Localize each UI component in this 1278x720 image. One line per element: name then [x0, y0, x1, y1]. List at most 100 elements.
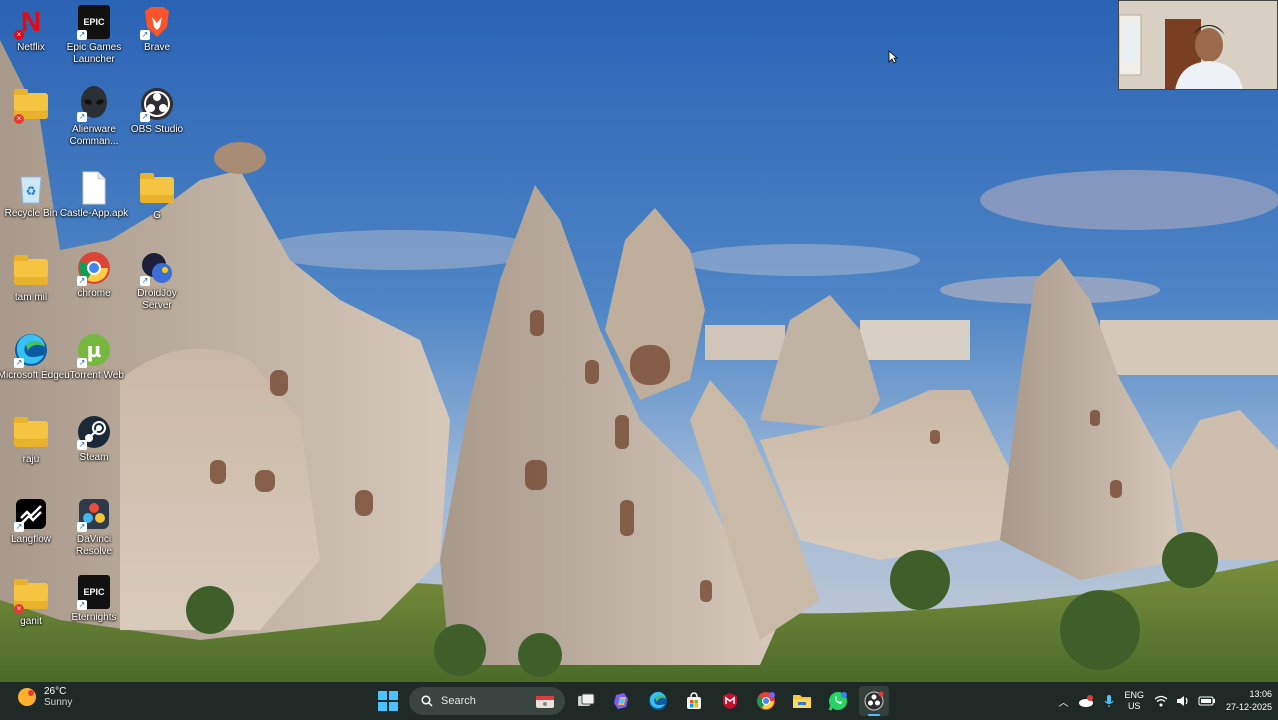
desktop-icon-droidjoy[interactable]: ↗ DroidJoy Server	[126, 250, 188, 312]
desktop-icon-edge[interactable]: ↗ Microsoft Edge	[0, 332, 64, 382]
weather-condition: Sunny	[44, 697, 73, 708]
start-button[interactable]	[373, 686, 403, 716]
mouse-cursor-icon	[888, 50, 898, 64]
desktop-icon-folder-g[interactable]: G	[126, 172, 188, 222]
desktop-icon-epic-games[interactable]: EPIC ↗ Epic Games Launcher	[63, 4, 125, 66]
taskbar-edge[interactable]	[643, 686, 673, 716]
steam-icon: ↗	[76, 414, 112, 450]
taskbar-file-explorer[interactable]	[787, 686, 817, 716]
desktop-icon-steam[interactable]: ↗ Steam	[63, 414, 125, 464]
folder-icon	[139, 172, 175, 208]
region-code: US	[1127, 701, 1141, 711]
search-highlight-icon	[536, 696, 554, 708]
windows-start-icon	[378, 691, 398, 711]
chrome-icon: ↗	[76, 250, 112, 286]
microphone-icon[interactable]	[1104, 694, 1114, 708]
folder-icon: ×	[13, 88, 49, 124]
language-code: ENG	[1124, 690, 1144, 700]
desktop-icon-obs[interactable]: ↗ OBS Studio	[126, 86, 188, 136]
taskbar-obs[interactable]	[859, 686, 889, 716]
desktop-icon-netflix[interactable]: N × Netflix	[0, 4, 62, 54]
weather-widget[interactable]: 26°C Sunny	[16, 686, 72, 708]
desktop-icon-label: Recycle Bin	[4, 208, 58, 219]
desktop-icon-label: Netflix	[17, 42, 45, 53]
taskbar-mcafee[interactable]	[715, 686, 745, 716]
desktop-icon-recycle-bin[interactable]: ♻ Recycle Bin	[0, 170, 62, 220]
task-view-icon	[578, 693, 595, 706]
wifi-icon	[1154, 695, 1168, 707]
desktop-icon-folder-tam[interactable]: tam mil	[0, 254, 62, 304]
language-indicator[interactable]: ENG US	[1124, 690, 1144, 712]
taskbar-center: Search	[370, 686, 892, 716]
desktop-icon-label: Microsoft Edge	[0, 370, 65, 381]
desktop-icon-label: Epic Games Launcher	[66, 42, 122, 65]
desktop-icon-davinci[interactable]: ↗ DaVinci Resolve	[63, 496, 125, 558]
desktop-icon-label: ganit	[20, 616, 42, 627]
desktop-icon-label: Langflow	[10, 534, 52, 545]
davinci-icon: ↗	[76, 496, 112, 532]
desktop-icon-label: DroidJoy Server	[137, 288, 177, 311]
taskbar-whatsapp[interactable]	[823, 686, 853, 716]
desktop-icon-label: uTorrent Web	[64, 370, 124, 381]
desktop-icon-castle-app[interactable]: Castle-App.apk	[60, 170, 128, 220]
desktop-icon-label: Alienware Comman...	[69, 124, 119, 147]
desktop-icon-folder-raju[interactable]: raju	[0, 416, 62, 466]
desktop-icon-utorrent[interactable]: µ ↗ uTorrent Web	[63, 332, 125, 382]
webcam-person-image	[1119, 1, 1277, 89]
svg-text:µ: µ	[87, 338, 102, 362]
desktop-icon-eternights[interactable]: EPIC ↗ Eternights	[63, 574, 125, 624]
epic-games-icon: EPIC ↗	[76, 4, 112, 40]
volume-icon	[1176, 696, 1188, 706]
desktop-icon-label: Castle-App.apk	[59, 208, 129, 219]
desktop-icon-langflow[interactable]: ↗ Langflow	[0, 496, 62, 546]
quick-settings[interactable]	[1154, 695, 1216, 707]
folder-icon	[13, 254, 49, 290]
langflow-icon: ↗	[13, 496, 49, 532]
desktop-icon-folder-1[interactable]: ×	[0, 88, 62, 126]
desktop-icon-label: raju	[22, 454, 40, 465]
netflix-icon: N ×	[13, 4, 49, 40]
folder-icon	[13, 416, 49, 452]
chrome-icon	[757, 692, 775, 710]
search-label: Search	[441, 695, 476, 707]
edge-icon	[649, 691, 667, 710]
copilot-icon	[614, 693, 628, 709]
brave-icon: ↗	[139, 4, 175, 40]
system-tray: ︿ ENG US 13:06 27-12-2025	[1058, 682, 1272, 720]
desktop-icon-folder-ganit[interactable]: × ganit	[0, 578, 62, 628]
desktop-icon-brave[interactable]: ↗ Brave	[126, 4, 188, 54]
mcafee-icon	[723, 693, 737, 709]
edge-icon: ↗	[13, 332, 49, 368]
clock-date: 27-12-2025	[1225, 702, 1272, 712]
taskbar-search-box[interactable]: Search	[409, 687, 565, 715]
search-icon	[421, 695, 433, 707]
sunny-weather-icon	[18, 688, 36, 706]
utorrent-icon: µ ↗	[76, 332, 112, 368]
taskbar-chrome[interactable]	[751, 686, 781, 716]
droidjoy-icon: ↗	[139, 250, 175, 286]
onedrive-icon[interactable]	[1078, 694, 1094, 708]
desktop-icon-label: OBS Studio	[130, 124, 184, 135]
webcam-overlay	[1118, 0, 1278, 90]
whatsapp-icon	[828, 692, 847, 711]
desktop-icon-label: tam mil	[14, 292, 48, 303]
store-icon	[687, 692, 701, 709]
desktop-icon-label: DaVinci Resolve	[75, 534, 113, 557]
show-hidden-icons-chevron-up-icon[interactable]: ︿	[1058, 694, 1068, 709]
desktop-wallpaper	[0, 0, 1278, 682]
active-indicator	[868, 714, 880, 716]
clock[interactable]: 13:06 27-12-2025	[1226, 688, 1272, 714]
desktop-icon-alienware[interactable]: ↗ Alienware Comman...	[63, 86, 125, 148]
svg-text:♻: ♻	[26, 184, 37, 198]
taskbar-copilot[interactable]	[607, 686, 637, 716]
alienware-icon: ↗	[76, 86, 112, 122]
desktop-icon-label: G	[153, 210, 161, 221]
taskbar-task-view[interactable]	[571, 686, 601, 716]
desktop-icon-label: Eternights	[71, 612, 117, 623]
desktop-icon-label: chrome	[77, 288, 111, 299]
file-explorer-icon	[793, 695, 811, 708]
recycle-bin-icon: ♻	[13, 170, 49, 206]
clock-time: 13:06	[1249, 689, 1272, 699]
taskbar-store[interactable]	[679, 686, 709, 716]
desktop-icon-chrome[interactable]: ↗ chrome	[63, 250, 125, 300]
